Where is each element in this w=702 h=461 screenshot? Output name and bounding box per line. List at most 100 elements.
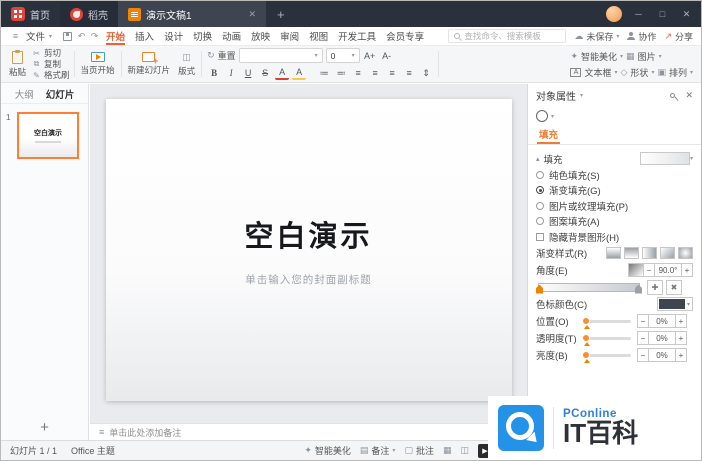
tab-transition[interactable]: 切换 [188,27,217,45]
option-solid-fill[interactable]: 纯色填充(S) [536,167,693,183]
play-from-current-button[interactable]: 当页开始 [77,48,119,80]
picture-button[interactable]: ▦ 图片 ▾ [626,50,662,63]
tab-fill[interactable]: 填充 [537,126,561,144]
gradient-stop-end[interactable] [635,284,642,294]
reset-button[interactable]: ↻ 重置 [207,49,236,62]
option-gradient-fill[interactable]: 渐变填充(G) [536,183,693,199]
position-slider[interactable] [582,317,631,329]
collaborate-button[interactable]: 协作 [627,30,656,43]
notes-bar[interactable]: ≡ 单击此处添加备注 [90,423,527,440]
italic-button[interactable]: I [224,66,238,80]
shapes-button[interactable]: ◇ 形状 ▾ [621,66,655,79]
slide-thumbnail[interactable]: 空白演示 [17,112,79,159]
brightness-value[interactable]: 0% [648,348,676,362]
normal-view-icon[interactable]: ▦ [443,445,452,456]
copy-button[interactable]: ⧉ 复制 [32,59,70,69]
slider-handle[interactable] [582,317,590,325]
align-left-button[interactable]: ≡ [351,66,365,80]
strikethrough-button[interactable]: S [258,66,272,80]
fill-preview-swatch[interactable] [639,152,690,165]
new-tab-button[interactable]: + [266,7,296,22]
transparency-slider[interactable] [582,334,631,346]
slide-area[interactable]: 空白演示 单击输入您的封面副标题 [90,84,527,423]
gradient-stop-start[interactable] [536,284,543,294]
arrange-button[interactable]: ▣ 排列 ▾ [657,66,693,79]
slide[interactable]: 空白演示 单击输入您的封面副标题 [105,99,512,402]
transparency-increase-button[interactable]: + [675,331,687,345]
gradient-style-radial[interactable] [678,247,693,259]
position-increase-button[interactable]: + [675,314,687,328]
fill-section-header[interactable]: ▴ 填充 ▾ [536,150,693,167]
tab-document[interactable]: 演示文稿1 ✕ [118,1,266,27]
layout-button[interactable]: ◫ 版式 [174,48,199,80]
close-button[interactable]: ✕ [679,9,694,20]
search-input[interactable]: 查找命令、搜索模板 [448,29,567,43]
close-panel-icon[interactable]: ✕ [685,90,693,101]
tab-slideshow[interactable]: 放映 [246,27,275,45]
undo-icon[interactable]: ↶ [75,31,88,42]
align-center-button[interactable]: ≡ [368,66,382,80]
comments-button[interactable]: ▢ 批注 [404,444,434,457]
textbox-button[interactable]: A 文本框 ▾ [570,66,618,79]
gradient-style-right[interactable] [642,247,657,259]
smart-beautify-status-button[interactable]: ✦ 智能美化 [304,444,351,457]
slider-handle[interactable] [582,334,590,342]
minimize-button[interactable]: ─ [631,9,646,19]
option-pattern-fill[interactable]: 图案填充(A) [536,214,693,230]
redo-icon[interactable]: ↷ [88,31,101,42]
cut-button[interactable]: ✂ 剪切 [32,48,70,58]
file-menu[interactable]: ≡ 文件 ▾ [1,29,60,43]
tab-start[interactable]: 开始 [101,27,130,45]
gradient-style-diagonal[interactable] [660,247,675,259]
slide-title-placeholder[interactable]: 空白演示 [244,213,372,255]
tab-docer[interactable]: 稻壳 [60,1,118,27]
increase-font-button[interactable]: A+ [363,49,377,63]
bold-button[interactable]: B [207,66,221,80]
gradient-stop-bar[interactable] [536,282,642,294]
slide-sorter-view-icon[interactable]: ◫ [460,445,469,456]
tab-outline[interactable]: 大纲 [15,87,34,101]
home-button[interactable]: 首页 [1,1,60,27]
smart-beautify-button[interactable]: ✦ 智能美化 ▾ [570,50,623,63]
share-button[interactable]: ↗ 分享 [664,30,693,43]
save-status[interactable]: ☁ 未保存 ▾ [574,30,619,43]
justify-button[interactable]: ≡ [402,66,416,80]
pin-icon[interactable] [669,91,677,99]
user-avatar[interactable] [606,6,622,22]
option-hide-background[interactable]: 隐藏背景图形(H) [536,229,693,245]
tab-devtools[interactable]: 开发工具 [333,27,381,45]
paste-button[interactable]: 粘贴 [5,48,30,80]
numbering-button[interactable]: ≕ [334,66,348,80]
maximize-button[interactable]: □ [655,9,670,19]
tab-review[interactable]: 审阅 [275,27,304,45]
close-tab-icon[interactable]: ✕ [248,9,256,20]
tab-animation[interactable]: 动画 [217,27,246,45]
bullets-button[interactable]: ≔ [317,66,331,80]
notes-button[interactable]: ▤ 备注 ▾ [360,444,396,457]
stop-color-picker[interactable]: ▾ [657,297,693,311]
format-painter-button[interactable]: ✎ 格式刷 [32,70,69,80]
font-color-button[interactable]: A [275,67,290,80]
line-spacing-button[interactable]: ⇕ [419,66,433,80]
decrease-font-button[interactable]: A- [380,49,394,63]
tab-insert[interactable]: 插入 [130,27,159,45]
slider-handle[interactable] [582,351,590,359]
font-name-combo[interactable]: ▾ [238,48,323,63]
save-icon[interactable] [63,31,73,41]
tab-view[interactable]: 视图 [304,27,333,45]
add-slide-button[interactable]: + [1,414,88,440]
position-value[interactable]: 0% [648,314,676,328]
brightness-increase-button[interactable]: + [675,348,687,362]
chevron-down-icon[interactable]: ▾ [580,92,583,99]
option-picture-fill[interactable]: 图片或纹理填充(P) [536,198,693,214]
new-slide-button[interactable]: 新建幻灯片 [124,48,175,80]
align-right-button[interactable]: ≡ [385,66,399,80]
angle-direction-icon[interactable] [628,263,644,277]
gradient-style-down[interactable] [606,247,621,259]
highlight-color-button[interactable]: A [292,67,307,80]
angle-increase-button[interactable]: + [681,263,693,277]
tab-slides[interactable]: 幻灯片 [46,87,75,101]
theme-name[interactable]: Office 主题 [71,444,115,457]
object-shape-icon[interactable] [536,110,548,122]
add-stop-button[interactable]: ✚ [647,279,663,295]
